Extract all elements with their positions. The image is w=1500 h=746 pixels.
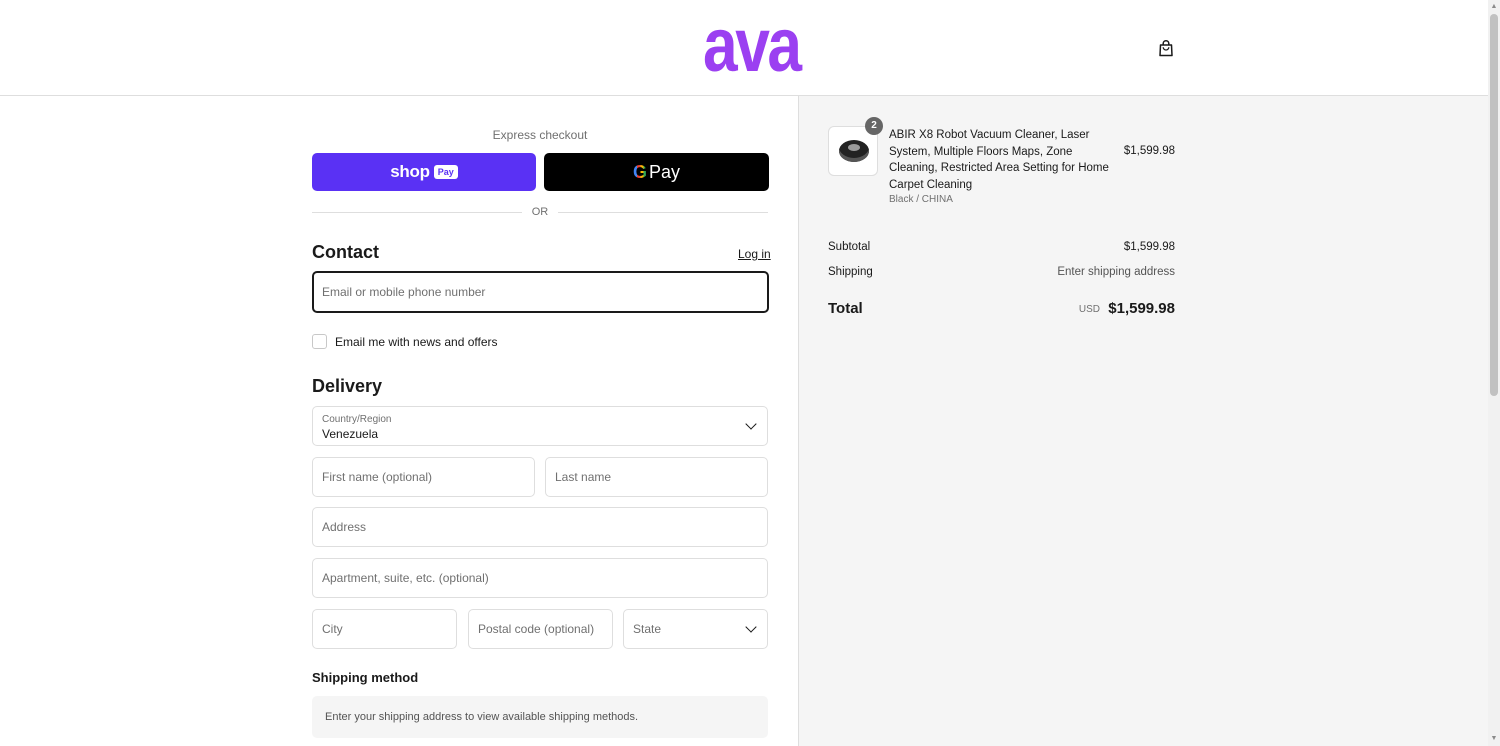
shipping-value: Enter shipping address [1057,266,1175,278]
chevron-down-icon [745,621,757,633]
product-name: ABIR X8 Robot Vacuum Cleaner, Laser Syst… [889,129,1109,191]
shipping-method-placeholder-box: Enter your shipping address to view avai… [312,696,768,738]
first-name-input[interactable] [313,458,534,496]
shop-pay-wordmark: shop [390,162,430,181]
shipping-method-heading: Shipping method [312,670,419,685]
last-name-field[interactable] [545,457,768,497]
page-scrollbar[interactable]: ▲ ▼ [1488,0,1500,746]
google-pay-button[interactable]: G Pay [544,153,769,191]
subtotal-value: $1,599.98 [1123,241,1175,253]
robot-vacuum-lidar [848,144,860,151]
total-label: Total [828,300,863,317]
country-select[interactable]: Country/Region Venezuela [312,406,768,446]
google-pay-label: Pay [648,161,681,182]
first-name-field[interactable] [312,457,535,497]
quantity-badge: 2 [865,117,883,135]
shop-pay-button[interactable]: shop Pay [312,153,536,191]
postal-code-field[interactable] [468,609,613,649]
scrollbar-thumb[interactable] [1490,14,1498,396]
newsletter-row[interactable]: Email me with news and offers [312,334,498,349]
product-variant: Black / CHINA [889,194,953,205]
city-field[interactable] [312,609,457,649]
delivery-heading: Delivery [312,376,383,396]
country-value: Venezuela [322,427,379,441]
address-field[interactable] [312,507,768,547]
newsletter-checkbox[interactable] [312,334,327,349]
store-logo[interactable]: ava [703,6,802,86]
scroll-up-arrow-icon[interactable]: ▲ [1490,2,1498,12]
address-input[interactable] [313,508,767,546]
or-divider: OR [312,206,768,220]
contact-heading: Contact [312,242,379,262]
google-g-icon: G [632,161,647,182]
total-currency: USD [1078,304,1100,315]
city-input[interactable] [313,610,456,648]
shipping-method-message: Enter your shipping address to view avai… [325,711,639,723]
subtotal-label: Subtotal [828,241,871,253]
shop-pay-badge: Pay [433,165,458,179]
apartment-input[interactable] [313,559,767,597]
shopping-bag-icon[interactable] [1157,39,1175,57]
chevron-down-icon [745,418,757,430]
scroll-down-arrow-icon[interactable]: ▼ [1490,734,1498,744]
express-checkout-label: Express checkout [492,128,588,142]
divider-line-right [558,212,768,213]
total-value: $1,599.98 [1108,300,1175,317]
country-label: Country/Region [322,414,392,425]
product-price: $1,599.98 [1123,145,1175,157]
newsletter-label[interactable]: Email me with news and offers [335,335,498,349]
email-input[interactable] [314,273,767,311]
state-placeholder: State [633,622,662,636]
state-select[interactable]: State [623,609,768,649]
postal-code-input[interactable] [469,610,612,648]
apartment-field[interactable] [312,558,768,598]
last-name-input[interactable] [546,458,767,496]
shipping-label: Shipping [828,266,873,278]
email-field[interactable] [312,271,769,313]
site-header: ava [0,0,1488,96]
log-in-link[interactable]: Log in [738,247,771,261]
